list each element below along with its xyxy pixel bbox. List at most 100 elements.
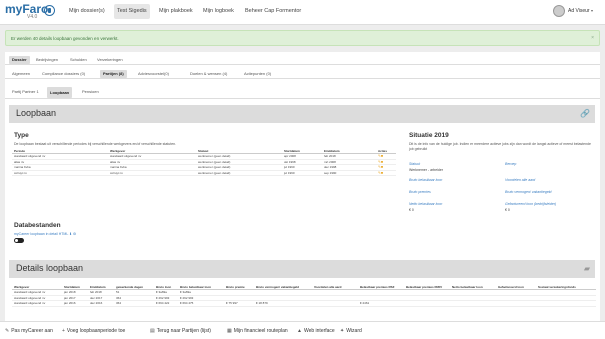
terug-naar-partijen-button[interactable]: ▤ Terug naar Partijen (lijst) bbox=[150, 327, 211, 335]
cell bbox=[404, 300, 450, 307]
label-bruto-premies: Bruto premies bbox=[409, 190, 431, 194]
cell bbox=[312, 300, 358, 307]
label-voordelen: Voordelen alle aard bbox=[505, 178, 536, 182]
tab-verzekeringen[interactable]: Verzekeringen bbox=[94, 56, 126, 64]
button-label: Web interface bbox=[303, 328, 335, 334]
label-statuut: Statuut bbox=[409, 162, 421, 166]
avatar bbox=[553, 5, 565, 17]
map-icon: ▦ bbox=[227, 328, 232, 334]
label-bruto-vermogen: Bruto vermogen/ vakantiegeld bbox=[505, 190, 552, 194]
table-row[interactable]: colruyt nv colruyt nv werknemer (geen de… bbox=[12, 170, 396, 176]
tab-partijen[interactable]: Partijen (8) bbox=[100, 70, 127, 78]
button-label: Pas myCareer aan bbox=[11, 328, 53, 334]
cell: werknemer (geen detail) bbox=[196, 170, 282, 176]
wand-icon: ✦ bbox=[340, 328, 345, 334]
tabs-level-2: Algemeen Compliance dossiers (0) Partije… bbox=[5, 68, 600, 79]
label-netto-belastbaar-loon: Netto belastbaar loon bbox=[409, 202, 443, 206]
tab-algemeen[interactable]: Algemeen bbox=[9, 70, 33, 78]
cell: jul 1990 bbox=[282, 170, 322, 176]
cell: € 75 997 bbox=[224, 300, 254, 307]
user-name: Ad Viseur bbox=[568, 8, 590, 14]
loopbaan-header: Loopbaan 🔗 bbox=[9, 105, 595, 123]
databestanden-title: Databestanden bbox=[14, 222, 61, 229]
cell: € 694 475 bbox=[178, 300, 224, 307]
nav-beheer[interactable]: Beheer Cap Formentor bbox=[242, 4, 304, 19]
tabs-level-3: Partij Partner 1 Loopbaan Pensioen bbox=[5, 86, 600, 99]
tabs-level-1: Dossier Bedrijvingen Schulden Verzekerin… bbox=[5, 54, 600, 65]
link-icon[interactable]: 🔗 bbox=[580, 109, 590, 118]
section-title-details: Details loopbaan bbox=[16, 263, 84, 273]
toggle-switch[interactable] bbox=[14, 238, 24, 243]
tab-bedrijvingen[interactable]: Bedrijvingen bbox=[33, 56, 61, 64]
tab-loopbaan[interactable]: Loopbaan bbox=[47, 87, 73, 98]
cell: dec 2016 bbox=[88, 300, 114, 307]
cell bbox=[450, 300, 496, 307]
top-navbar: myFaro V4.0 Mijn dossier(s) Test Sigedis… bbox=[0, 0, 605, 25]
cell bbox=[536, 300, 596, 307]
button-label: Voeg loopbaanperiode toe bbox=[66, 328, 126, 334]
web-interface-button[interactable]: ▲ Web interface bbox=[297, 327, 335, 335]
tab-actiepunten[interactable]: Actiepunten (0) bbox=[241, 70, 274, 78]
loopbaan-table: Periode Werkgever Statuut Startdatum Ein… bbox=[12, 148, 396, 176]
mycareer-html-link-text: myCareer loopbaan in detail HTML bbox=[14, 232, 69, 236]
situatie-title: Situatie 2019 bbox=[409, 132, 449, 139]
value-statuut: Werknemer - arbeider bbox=[409, 168, 443, 172]
user-menu[interactable]: Ad Viseur ▾ bbox=[553, 5, 593, 17]
cell bbox=[496, 300, 536, 307]
tab-doelen[interactable]: Doelen & wensen (4) bbox=[187, 70, 230, 78]
button-label: Mijn financieel routeplan bbox=[233, 328, 288, 334]
tab-dossier[interactable]: Dossier bbox=[9, 56, 30, 64]
briefcase-icon[interactable]: ▰ bbox=[584, 264, 590, 273]
close-icon[interactable]: × bbox=[591, 31, 594, 46]
cell: € 694 422 bbox=[154, 300, 178, 307]
pas-mycareer-aan-button[interactable]: ✎ Pas myCareer aan bbox=[5, 327, 53, 335]
cell: colruyt nv bbox=[12, 170, 108, 176]
plus-icon: + bbox=[62, 328, 65, 334]
cell: 364 bbox=[114, 300, 154, 307]
success-alert: Er werden 40 details loopbaan gevonden e… bbox=[5, 30, 600, 46]
button-label: Wizard bbox=[346, 328, 362, 334]
nav-mijn-dossiers[interactable]: Mijn dossier(s) bbox=[66, 4, 108, 19]
tab-pensioen[interactable]: Pensioen bbox=[79, 88, 102, 96]
situatie-description: Dit is de info van de huidige job. Indie… bbox=[409, 142, 591, 151]
edit-icon[interactable]: ✎■ bbox=[376, 170, 396, 176]
value-gefactureerd-loon: € 0 bbox=[505, 208, 510, 212]
bottom-toolbar: ✎ Pas myCareer aan + Voeg loopbaanperiode … bbox=[0, 321, 605, 339]
value-netto-belastbaar-loon: € 0 bbox=[409, 208, 414, 212]
cell: jan 2016 bbox=[62, 300, 88, 307]
nav-test-sigedis[interactable]: Test Sigedis bbox=[114, 4, 150, 19]
tab-partij-partner[interactable]: Partij Partner 1 bbox=[9, 88, 42, 96]
details-loopbaan-header: Details loopbaan ▰ bbox=[9, 260, 595, 278]
edit-icon: ✎ bbox=[5, 328, 10, 334]
section-title-loopbaan: Loopbaan bbox=[16, 108, 57, 118]
app-version: V4.0 bbox=[27, 14, 38, 20]
table-row[interactable]: standaard uitgevend nv jan 2016 dec 2016… bbox=[12, 300, 596, 307]
chevron-down-icon: ▾ bbox=[590, 8, 593, 13]
tab-compliance[interactable]: Compliance dossiers (0) bbox=[39, 70, 88, 78]
label-bruto-belastbaar-loon: Bruto belastbaar loon bbox=[409, 178, 443, 182]
type-title: Type bbox=[14, 132, 29, 139]
button-label: Terug naar Partijen (lijst) bbox=[156, 328, 211, 334]
users-icon: ▲ bbox=[297, 328, 302, 334]
faro-logo-icon bbox=[44, 5, 55, 16]
cell: sep 1990 bbox=[322, 170, 376, 176]
nav-mijn-logboek[interactable]: Mijn logboek bbox=[200, 4, 237, 19]
mycareer-html-link[interactable]: myCareer loopbaan in detail HTML ⬇ ⚙ bbox=[14, 232, 76, 236]
cell: colruyt nv bbox=[108, 170, 196, 176]
label-beroep: Beroep bbox=[505, 162, 517, 166]
details-table: Werkgever Startdatum Einddatum gewerkend… bbox=[12, 284, 596, 307]
financieel-routeplan-button[interactable]: ▦ Mijn financieel routeplan bbox=[227, 327, 288, 335]
cell: standaard uitgevend nv bbox=[12, 300, 62, 307]
tab-adviesvoorstel[interactable]: Adviesvoorstel(0) bbox=[135, 70, 172, 78]
nav-mijn-plakboek[interactable]: Mijn plakboek bbox=[156, 4, 196, 19]
download-icon[interactable]: ⬇ ⚙ bbox=[69, 232, 76, 236]
cell: € 18 879 bbox=[254, 300, 312, 307]
tab-schulden[interactable]: Schulden bbox=[67, 56, 90, 64]
voeg-loopbaanperiode-toe-button[interactable]: + Voeg loopbaanperiode toe bbox=[62, 327, 125, 335]
cell: € 2461 bbox=[358, 300, 404, 307]
list-icon: ▤ bbox=[150, 328, 155, 334]
type-description: De loopbaan bestaat uit verschillende pe… bbox=[14, 142, 177, 146]
label-gefactureerd-loon: Gefactureerd loon (bedrijfsleider) bbox=[505, 202, 557, 206]
alert-text: Er werden 40 details loopbaan gevonden e… bbox=[11, 36, 119, 41]
wizard-button[interactable]: ✦ Wizard bbox=[340, 327, 362, 335]
